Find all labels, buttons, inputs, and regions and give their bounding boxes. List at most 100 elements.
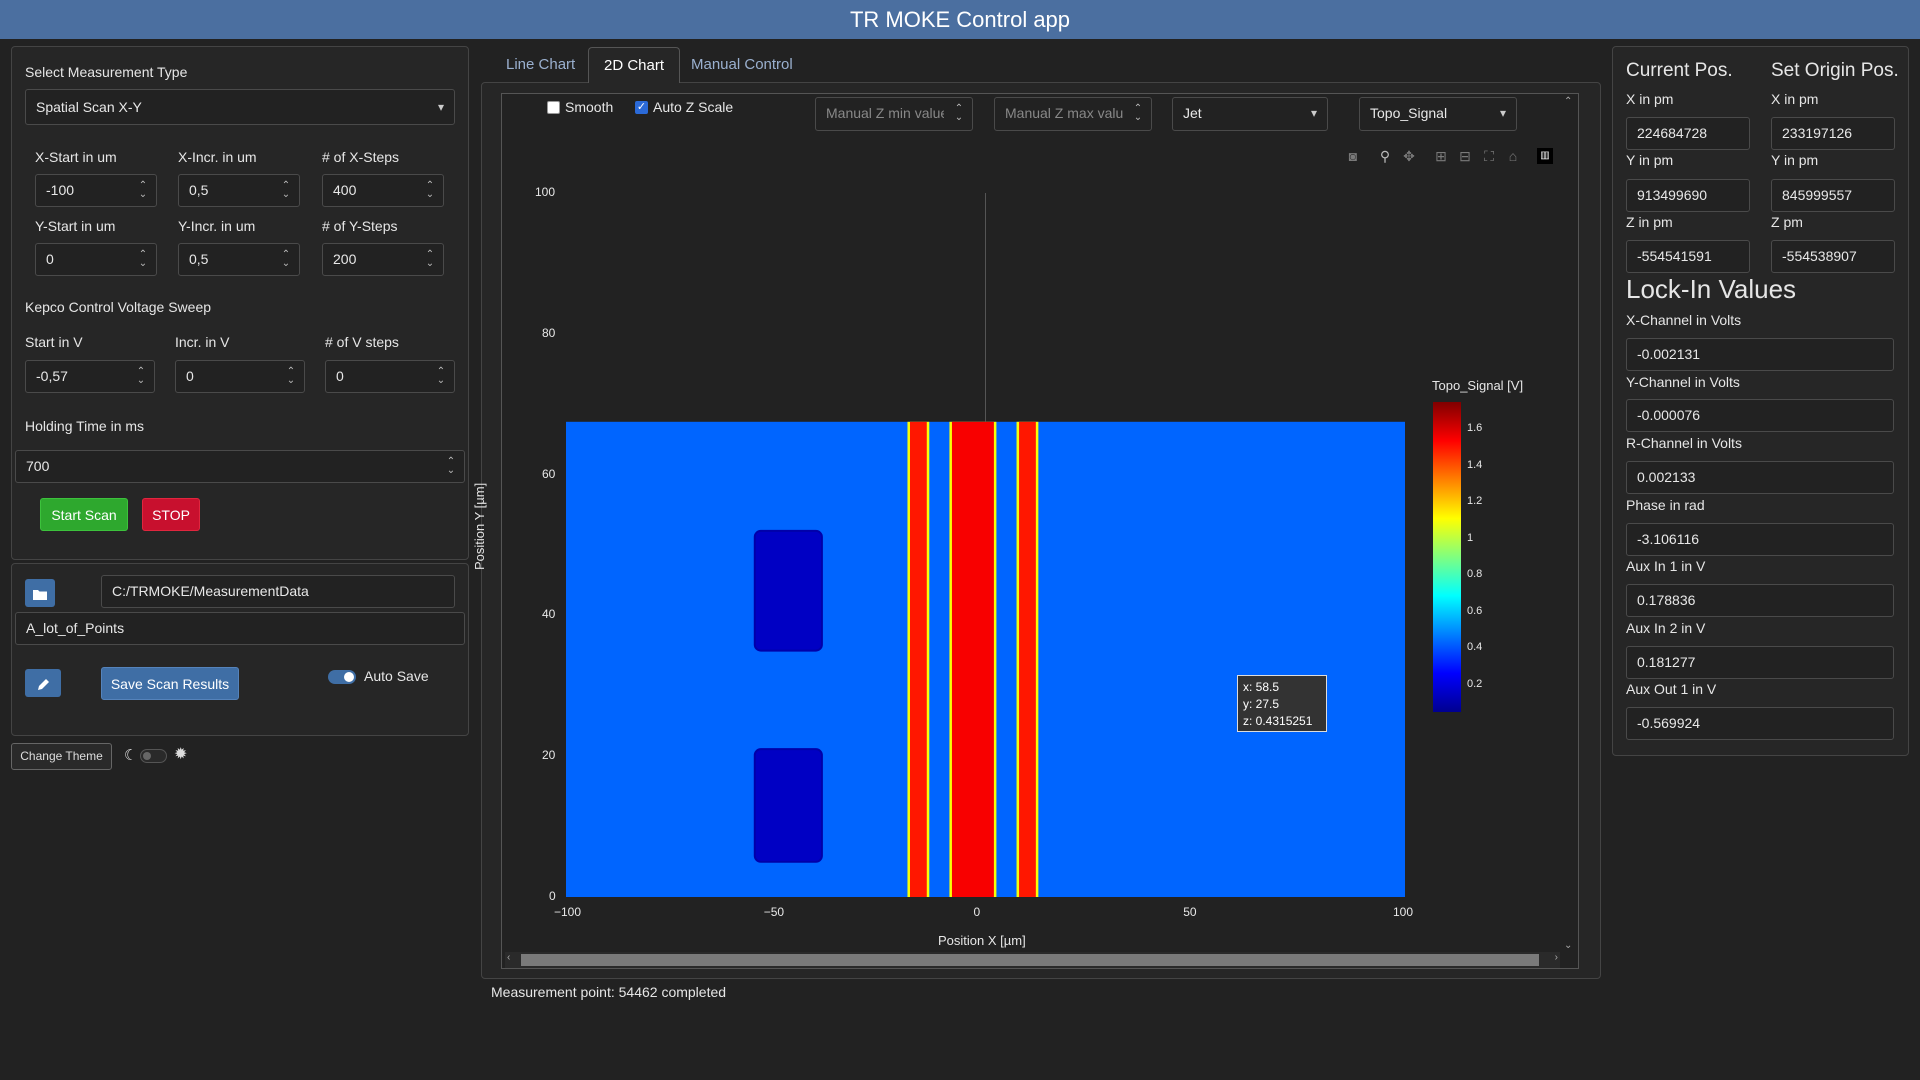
lockin-label-x-channel: X-Channel in Volts	[1626, 312, 1742, 328]
tab-manual-control[interactable]: Manual Control	[676, 47, 808, 83]
origin-z-field[interactable]: -554538907	[1771, 240, 1895, 273]
current-x-value: 224684728	[1637, 125, 1708, 141]
colormap-select[interactable]: Jet ▾	[1172, 97, 1328, 131]
z-min-input[interactable]: Manual Z min value ⌃ ⌄	[815, 97, 973, 131]
spinner-icon[interactable]: ⌃ ⌄	[136, 367, 146, 386]
lockin-field-aux-out-1[interactable]: -0.569924	[1626, 707, 1894, 740]
scroll-left-icon[interactable]: ‹	[507, 952, 510, 963]
scroll-right-icon[interactable]: ›	[1555, 952, 1558, 963]
x-incr-label: X-Incr. in um	[178, 149, 257, 165]
chevron-down-icon: ▾	[1499, 106, 1506, 120]
y-steps-input[interactable]: 200 ⌃ ⌄	[322, 243, 444, 276]
auto-z-checkbox[interactable]: ✓	[635, 101, 648, 114]
lockin-field-aux-in-1[interactable]: 0.178836	[1626, 584, 1894, 617]
scroll-up-icon[interactable]: ⌃	[1564, 96, 1572, 107]
spinner-icon[interactable]: ⌃ ⌄	[286, 367, 296, 386]
lockin-label-phase: Phase in rad	[1626, 497, 1705, 513]
spinner-icon[interactable]: ⌃ ⌄	[138, 181, 148, 200]
measurement-type-label: Select Measurement Type	[25, 64, 188, 80]
x-tick-label: −50	[763, 905, 785, 919]
y-incr-value: 0,5	[189, 251, 209, 267]
lockin-field-x-channel[interactable]: -0.002131	[1626, 338, 1894, 371]
v-steps-input[interactable]: 0 ⌃ ⌄	[325, 360, 455, 393]
spinner-icon[interactable]: ⌃ ⌄	[425, 181, 435, 200]
vertical-scrollbar[interactable]: ⌃ ⌄	[1561, 96, 1577, 951]
scroll-down-icon[interactable]: ⌄	[1564, 940, 1572, 951]
measurement-type-select[interactable]: Spatial Scan X-Y ▾	[25, 89, 455, 125]
zoom-out-icon[interactable]: ⊟	[1457, 148, 1473, 164]
plotly-logo-icon: ▥	[1537, 148, 1553, 164]
chart-frame	[501, 93, 1579, 969]
tab-line-chart[interactable]: Line Chart	[491, 47, 590, 83]
y-start-input[interactable]: 0 ⌃ ⌄	[35, 243, 157, 276]
current-x-label: X in pm	[1626, 91, 1674, 107]
start-scan-button[interactable]: Start Scan	[40, 498, 128, 531]
camera-icon[interactable]: ◙	[1345, 148, 1361, 164]
holding-time-label: Holding Time in ms	[25, 418, 145, 434]
theme-toggle[interactable]	[140, 749, 167, 763]
tab-2d-chart[interactable]: 2D Chart	[588, 47, 681, 83]
lockin-field-y-channel[interactable]: -0.000076	[1626, 399, 1894, 432]
colorbar-tick-label: 0.2	[1467, 677, 1483, 690]
current-z-field[interactable]: -554541591	[1626, 240, 1750, 273]
toggle-knob	[344, 672, 354, 682]
x-steps-input[interactable]: 400 ⌃ ⌄	[322, 174, 444, 207]
change-theme-button[interactable]: Change Theme	[11, 743, 112, 770]
current-z-label: Z in pm	[1626, 214, 1673, 230]
spinner-icon[interactable]: ⌃ ⌄	[1133, 104, 1143, 123]
zoom-icon[interactable]: ⚲	[1377, 148, 1393, 164]
lockin-field-r-channel[interactable]: 0.002133	[1626, 461, 1894, 494]
y-incr-input[interactable]: 0,5 ⌃ ⌄	[178, 243, 300, 276]
lockin-field-aux-in-2[interactable]: 0.181277	[1626, 646, 1894, 679]
signal-select[interactable]: Topo_Signal ▾	[1359, 97, 1517, 131]
lockin-label-aux-in-1: Aux In 1 in V	[1626, 558, 1706, 574]
lockin-label-aux-in-2: Aux In 2 in V	[1626, 620, 1706, 636]
smooth-checkbox[interactable]	[547, 101, 560, 114]
colormap-value: Jet	[1183, 105, 1202, 121]
autoscale-icon[interactable]: ⛶	[1481, 148, 1497, 164]
zoom-in-icon[interactable]: ⊞	[1433, 148, 1449, 164]
spinner-icon[interactable]: ⌃ ⌄	[954, 104, 964, 123]
sun-icon: ✹	[174, 746, 188, 763]
z-max-input[interactable]: Manual Z max value ⌃ ⌄	[994, 97, 1152, 131]
x-tick-label: 50	[1183, 905, 1197, 919]
save-path-field[interactable]: C:/TRMOKE/MeasurementData	[101, 575, 455, 608]
current-y-field[interactable]: 913499690	[1626, 179, 1750, 212]
edit-button[interactable]	[25, 669, 61, 697]
folder-button[interactable]	[25, 579, 55, 607]
spinner-icon[interactable]: ⌃ ⌄	[281, 181, 291, 200]
y-tick-label: 100	[535, 185, 556, 199]
v-start-input[interactable]: -0,57 ⌃ ⌄	[25, 360, 155, 393]
lockin-value-aux-in-2: 0.181277	[1637, 654, 1696, 670]
v-incr-input[interactable]: 0 ⌃ ⌄	[175, 360, 305, 393]
filename-field[interactable]: A_lot_of_Points	[15, 612, 465, 645]
app-title-bar: TR MOKE Control app	[0, 0, 1920, 39]
auto-z-label: Auto Z Scale	[653, 99, 734, 115]
home-icon[interactable]: ⌂	[1505, 148, 1521, 164]
save-scan-results-button[interactable]: Save Scan Results	[101, 667, 239, 700]
spinner-icon[interactable]: ⌃ ⌄	[281, 250, 291, 269]
app-title: TR MOKE Control app	[849, 7, 1071, 32]
current-x-field[interactable]: 224684728	[1626, 117, 1750, 150]
spinner-icon[interactable]: ⌃ ⌄	[436, 367, 446, 386]
spinner-icon[interactable]: ⌃ ⌄	[138, 250, 148, 269]
spinner-icon[interactable]: ⌃ ⌄	[446, 457, 456, 476]
horizontal-scrollbar[interactable]: ‹ ›	[505, 952, 1560, 968]
pencil-icon	[37, 678, 49, 690]
pan-icon[interactable]: ✥	[1401, 148, 1417, 164]
lockin-field-phase[interactable]: -3.106116	[1626, 523, 1894, 556]
v-steps-value: 0	[336, 368, 344, 384]
colorbar-tick-label: 1.2	[1467, 495, 1483, 508]
origin-y-label: Y in pm	[1771, 152, 1819, 168]
scrollbar-thumb[interactable]	[521, 954, 1539, 966]
stop-button[interactable]: STOP	[142, 498, 200, 531]
origin-x-field[interactable]: 233197126	[1771, 117, 1895, 150]
spinner-icon[interactable]: ⌃ ⌄	[425, 250, 435, 269]
auto-save-toggle[interactable]	[328, 670, 356, 684]
x-incr-input[interactable]: 0,5 ⌃ ⌄	[178, 174, 300, 207]
colorbar-tick-label: 0.8	[1467, 568, 1483, 581]
holding-time-input[interactable]: 700 ⌃ ⌄	[15, 450, 465, 483]
x-start-input[interactable]: -100 ⌃ ⌄	[35, 174, 157, 207]
v-start-value: -0,57	[36, 368, 68, 384]
origin-y-field[interactable]: 845999557	[1771, 179, 1895, 212]
